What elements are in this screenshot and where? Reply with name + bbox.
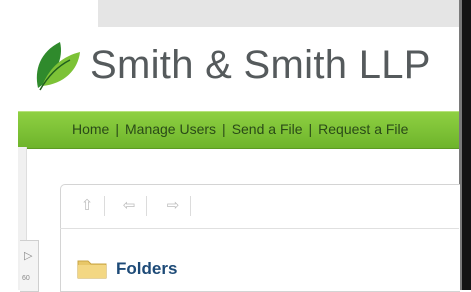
nav-separator: | (115, 121, 119, 137)
folder-icon (77, 260, 107, 279)
main-nav: Home | Manage Users | Send a File | Request a … (18, 111, 459, 149)
nav-separator: | (222, 121, 226, 137)
side-tab-number: 60 (22, 275, 30, 282)
nav-separator: | (308, 121, 313, 137)
file-toolbar: ⇧ ⇦ ⇨ (60, 184, 459, 229)
nav-home[interactable]: Home (72, 121, 109, 137)
nav-send-a-file[interactable]: Send a File (232, 121, 303, 137)
back-arrow-icon[interactable]: ⇦ (118, 194, 140, 218)
brand-name: Smith & Smith LLP (90, 43, 431, 87)
top-bar (98, 0, 459, 27)
expand-icon: ▷ (24, 250, 33, 262)
nav-manage-users[interactable]: Manage Users (125, 121, 216, 137)
toolbar-divider (190, 196, 191, 216)
forward-arrow-icon[interactable]: ⇨ (162, 194, 184, 218)
leaf-logo-icon (36, 42, 80, 91)
section-title: Folders (116, 259, 178, 278)
nav-items: Home | Manage Users | Send a File | Request a … (72, 121, 408, 137)
nav-request-a-file[interactable]: Request a File (318, 121, 408, 137)
side-panel-toggle[interactable]: ▷ 60 (20, 240, 39, 292)
toolbar-divider (146, 196, 147, 216)
toolbar-divider (104, 196, 105, 216)
up-arrow-icon[interactable]: ⇧ (76, 194, 98, 218)
